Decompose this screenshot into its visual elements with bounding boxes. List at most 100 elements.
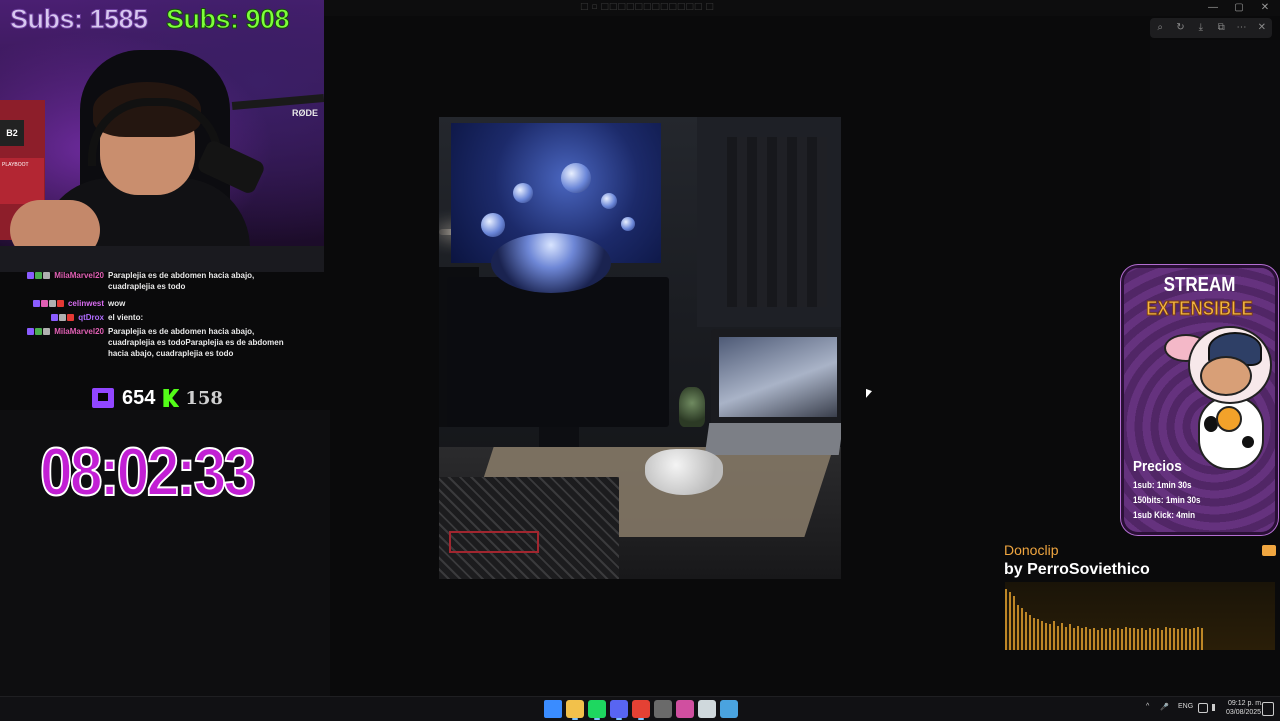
waveform-bar — [1101, 628, 1103, 650]
app-icon-2[interactable] — [676, 700, 694, 718]
waveform-bar — [1181, 628, 1183, 650]
chat-badge-icon — [35, 272, 43, 280]
waveform-bar — [1009, 592, 1011, 650]
mouse-cursor-icon — [866, 388, 872, 401]
minimize-button[interactable]: — — [1200, 0, 1226, 16]
chat-badge-icon — [48, 300, 56, 308]
tray-overflow-icon[interactable]: ^ — [1146, 703, 1149, 710]
photo-laptop-screen — [719, 337, 837, 417]
donoclip-author: by PerroSoviethico — [1004, 561, 1150, 578]
waveform-bar — [1045, 623, 1047, 650]
chat-username: celinwest — [67, 299, 104, 308]
waveform-bar — [1133, 628, 1135, 650]
waveform-bar — [1201, 628, 1203, 650]
start-icon[interactable] — [544, 700, 562, 718]
photo-game-controller — [645, 449, 723, 495]
maximize-button[interactable]: ▢ — [1226, 0, 1252, 16]
spotify-icon[interactable] — [588, 700, 606, 718]
kick-icon — [163, 389, 180, 407]
chat-badge-icon — [32, 300, 40, 308]
zoom-icon[interactable]: ⌕ — [1154, 22, 1166, 34]
stream-extensible-card: STREAM EXTENSIBLE Precios 1sub: 1min 30s… — [1124, 268, 1275, 532]
waveform-bar — [1149, 628, 1151, 650]
waveform-bar — [1053, 621, 1055, 650]
waveform-bar — [1089, 629, 1091, 650]
photo-monitor-stand — [539, 427, 579, 447]
waveform-bar — [1041, 621, 1043, 650]
waveform-bar — [1185, 628, 1187, 650]
discord-icon[interactable] — [610, 700, 628, 718]
background-side-panel — [1150, 40, 1280, 270]
waveform-bar — [1169, 628, 1171, 650]
waveform-bar — [1193, 628, 1195, 650]
waveform-bar — [1005, 589, 1007, 650]
promo-title: STREAM — [1163, 274, 1236, 296]
window-title: □ ▫ □□□□□□□□□□□□ □ — [580, 2, 714, 12]
chat-message-text: Paraplejia es de abdomen hacia abajo, cu… — [108, 271, 255, 291]
waveform-bar — [1129, 628, 1131, 650]
waveform-bar — [1073, 628, 1075, 650]
subs-counter-twitch: Subs: 1585 — [10, 4, 149, 35]
chat-username: qtDrox — [78, 313, 104, 322]
webcam-box: B2 — [0, 120, 24, 146]
chat-badge-icon — [35, 328, 43, 336]
waveform-bar — [1097, 630, 1099, 650]
price-line: 1sub Kick: 4min — [1133, 510, 1196, 520]
volume-icon[interactable] — [1212, 704, 1221, 711]
viewed-photo[interactable] — [439, 117, 841, 579]
file-explorer-icon[interactable] — [566, 700, 584, 718]
cow-mascot-icon — [1164, 326, 1274, 476]
chat-overlay: MilaMarvel20 Paraplejia es de abdomen hac… — [0, 271, 320, 382]
price-line: 1sub: 1min 30s — [1133, 480, 1192, 490]
twitch-viewer-count: 654 — [122, 386, 156, 409]
waveform-bar — [1077, 626, 1079, 650]
microphone-tray-icon[interactable]: 🎤 — [1160, 703, 1169, 711]
more-icon[interactable]: ⋯ — [1235, 22, 1247, 34]
waveform-bar — [1081, 628, 1083, 650]
photo-monitor-screen — [451, 123, 661, 293]
chat-badge-icon — [27, 328, 35, 336]
waveform-bar — [1173, 628, 1175, 650]
steam-icon[interactable] — [720, 700, 738, 718]
waveform-bar — [1033, 618, 1035, 650]
chat-badge-icon — [40, 300, 48, 308]
mic-brand-label: RØDE — [292, 108, 319, 118]
webcam-desk-edge — [0, 246, 324, 272]
open-external-icon[interactable]: ⧉ — [1215, 22, 1227, 34]
close-icon[interactable]: ✕ — [1256, 22, 1268, 34]
waveform-bar — [1153, 629, 1155, 650]
waveform-bar — [1021, 608, 1023, 650]
photo-monitor — [447, 277, 669, 427]
download-icon[interactable]: ⤓ — [1195, 22, 1207, 34]
waveform-bar — [1161, 630, 1163, 650]
chat-badge-icon — [67, 314, 75, 322]
waveform-bar — [1105, 629, 1107, 650]
stream-timer: 08:02:33 — [39, 434, 257, 510]
chrome-icon[interactable] — [632, 700, 650, 718]
chat-badge-icon — [56, 300, 64, 308]
waveform-bar — [1013, 596, 1015, 650]
waveform-bar — [1125, 627, 1127, 650]
chat-username: MilaMarvel20 — [54, 271, 104, 280]
waveform-bar — [1121, 629, 1123, 650]
clock-time[interactable]: 09:12 p. m. — [1228, 700, 1263, 707]
waveform-bar — [1165, 627, 1167, 650]
clock-date[interactable]: 03/08/2025 — [1226, 709, 1261, 716]
chat-message-text: el viento: — [108, 313, 144, 322]
promo-subtitle: EXTENSIBLE — [1146, 298, 1254, 321]
steam-alt-icon[interactable] — [698, 700, 716, 718]
close-window-button[interactable]: ✕ — [1252, 0, 1278, 16]
app-icon[interactable] — [654, 700, 672, 718]
waveform-bar — [1069, 624, 1071, 650]
waveform-bar — [1085, 627, 1087, 650]
chat-username: MilaMarvel20 — [54, 327, 104, 336]
network-icon[interactable] — [1198, 703, 1208, 713]
language-indicator[interactable]: ENG — [1178, 703, 1193, 710]
photo-decorative-mousepad — [439, 477, 619, 579]
notifications-icon[interactable] — [1262, 702, 1274, 716]
photo-plant — [679, 387, 705, 427]
waveform-bar — [1113, 630, 1115, 650]
waveform-bar — [1177, 629, 1179, 650]
rotate-icon[interactable]: ↻ — [1174, 22, 1186, 34]
waveform-bar — [1189, 629, 1191, 650]
